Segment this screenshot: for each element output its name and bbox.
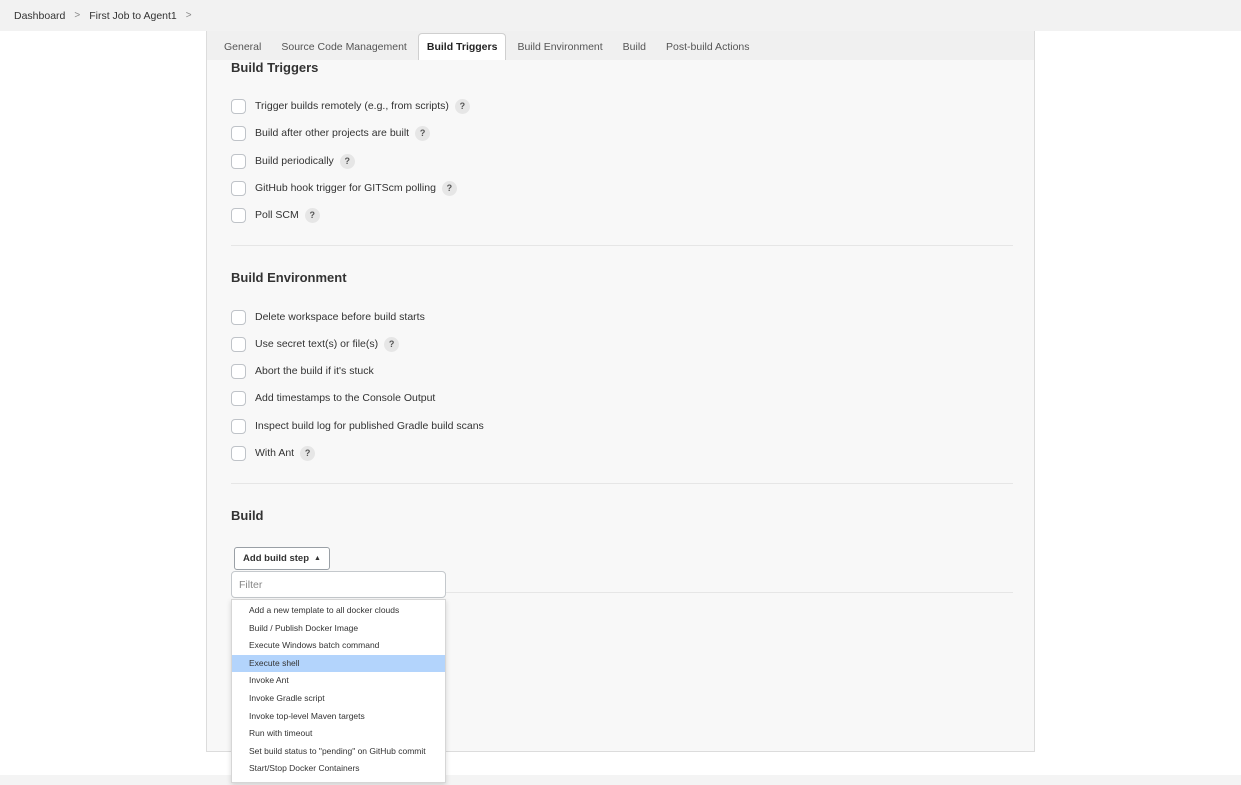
menu-item-execute-windows-batch[interactable]: Execute Windows batch command — [232, 637, 445, 655]
page-footer — [0, 775, 1241, 785]
section-divider — [231, 245, 1013, 246]
option-label: With Ant — [255, 447, 295, 459]
menu-item-invoke-gradle[interactable]: Invoke Gradle script — [232, 690, 445, 708]
option-poll-scm: Poll SCM ? — [231, 206, 320, 224]
add-build-step-label: Add build step — [243, 553, 310, 564]
section-divider — [446, 592, 1013, 593]
checkbox[interactable] — [231, 363, 246, 379]
caret-up-icon: ▲ — [314, 555, 321, 562]
build-triggers-heading: Build Triggers — [231, 60, 319, 75]
checkbox[interactable] — [231, 445, 246, 461]
job-config-panel: General Source Code Management Build Tri… — [206, 31, 1035, 783]
build-environment-heading: Build Environment — [231, 270, 347, 285]
option-delete-workspace: Delete workspace before build starts — [231, 308, 425, 326]
help-icon[interactable]: ? — [454, 98, 470, 114]
option-abort-if-stuck: Abort the build if it's stuck — [231, 362, 374, 380]
checkbox[interactable] — [231, 153, 246, 169]
checkbox[interactable] — [231, 125, 246, 141]
build-heading: Build — [231, 508, 264, 523]
help-icon[interactable]: ? — [441, 180, 457, 196]
tab-build-triggers[interactable]: Build Triggers — [417, 33, 507, 60]
checkbox[interactable] — [231, 418, 246, 434]
help-icon[interactable]: ? — [384, 336, 400, 352]
tab-build[interactable]: Build — [614, 33, 655, 60]
option-label: Trigger builds remotely (e.g., from scri… — [255, 100, 449, 112]
tab-post-build-actions[interactable]: Post-build Actions — [657, 33, 758, 60]
help-icon[interactable]: ? — [304, 207, 320, 223]
help-icon[interactable]: ? — [339, 153, 355, 169]
option-label: Add timestamps to the Console Output — [255, 392, 436, 404]
chevron-right-icon[interactable]: > — [186, 10, 192, 21]
option-add-timestamps: Add timestamps to the Console Output — [231, 389, 435, 407]
option-label: Build periodically — [255, 155, 334, 167]
section-divider — [231, 483, 1013, 484]
option-label: GitHub hook trigger for GITScm polling — [255, 182, 436, 194]
option-label: Delete workspace before build starts — [255, 311, 425, 323]
build-step-menu: Add a new template to all docker clouds … — [231, 599, 446, 783]
checkbox[interactable] — [231, 207, 246, 223]
option-label: Use secret text(s) or file(s) — [255, 338, 379, 350]
menu-item-invoke-maven[interactable]: Invoke top-level Maven targets — [232, 708, 445, 726]
option-trigger-remotely: Trigger builds remotely (e.g., from scri… — [231, 97, 470, 115]
option-inspect-gradle-log: Inspect build log for published Gradle b… — [231, 417, 484, 435]
menu-item-execute-shell[interactable]: Execute shell — [232, 654, 445, 673]
option-build-periodically: Build periodically ? — [231, 152, 355, 170]
add-build-step-button[interactable]: Add build step ▲ — [234, 547, 330, 570]
option-with-ant: With Ant ? — [231, 444, 316, 462]
option-label: Abort the build if it's stuck — [255, 365, 374, 377]
checkbox[interactable] — [231, 309, 246, 325]
option-label: Build after other projects are built — [255, 127, 410, 139]
option-build-after-other-projects: Build after other projects are built ? — [231, 124, 431, 142]
option-github-hook-trigger: GitHub hook trigger for GITScm polling ? — [231, 179, 457, 197]
tab-build-environment[interactable]: Build Environment — [508, 33, 611, 60]
checkbox[interactable] — [231, 390, 246, 406]
build-step-filter-input[interactable] — [231, 571, 446, 598]
config-tabs: General Source Code Management Build Tri… — [207, 31, 1034, 60]
tab-general[interactable]: General — [215, 33, 270, 60]
menu-item-add-docker-template[interactable]: Add a new template to all docker clouds — [232, 602, 445, 620]
help-icon[interactable]: ? — [300, 445, 316, 461]
chevron-right-icon: > — [74, 10, 81, 21]
breadcrumb-bar: Dashboard > First Job to Agent1 > — [0, 0, 1241, 31]
menu-item-invoke-ant[interactable]: Invoke Ant — [232, 672, 445, 690]
tab-source-code-management[interactable]: Source Code Management — [272, 33, 416, 60]
menu-item-start-stop-docker[interactable]: Start/Stop Docker Containers — [232, 760, 445, 778]
menu-item-set-github-pending[interactable]: Set build status to "pending" on GitHub … — [232, 743, 445, 761]
option-label: Inspect build log for published Gradle b… — [255, 420, 484, 432]
breadcrumb-job[interactable]: First Job to Agent1 — [89, 10, 177, 22]
checkbox[interactable] — [231, 180, 246, 196]
option-label: Poll SCM — [255, 209, 299, 221]
menu-item-run-with-timeout[interactable]: Run with timeout — [232, 725, 445, 743]
menu-item-build-publish-docker-image[interactable]: Build / Publish Docker Image — [232, 620, 445, 638]
breadcrumb-dashboard[interactable]: Dashboard — [14, 10, 65, 22]
help-icon[interactable]: ? — [415, 125, 431, 141]
checkbox[interactable] — [231, 98, 246, 114]
option-use-secret-text: Use secret text(s) or file(s) ? — [231, 335, 400, 353]
checkbox[interactable] — [231, 336, 246, 352]
